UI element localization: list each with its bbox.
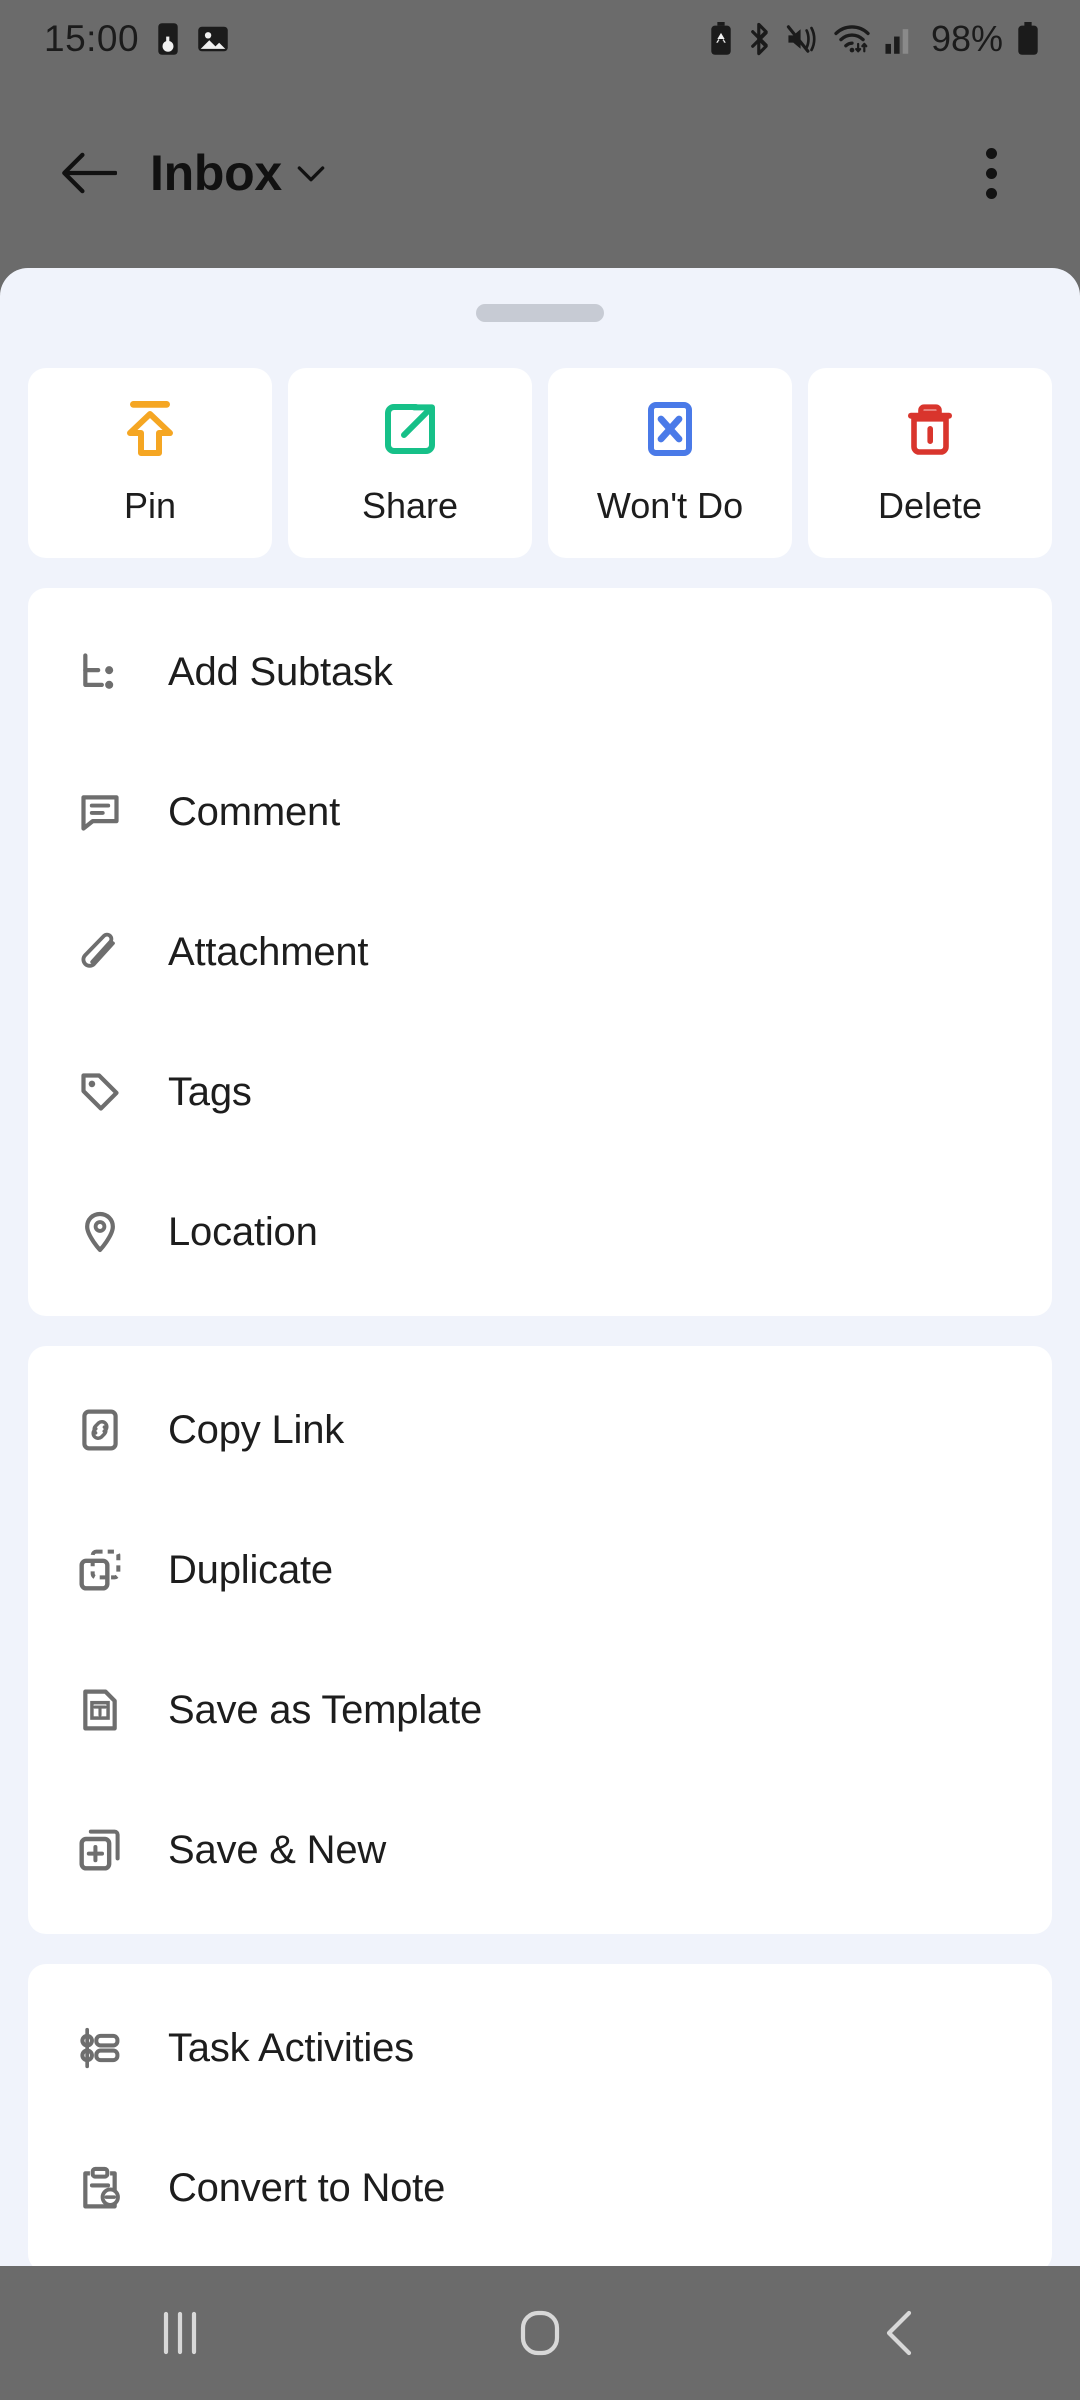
menu-item-label: Save as Template bbox=[168, 1688, 482, 1733]
back-button-nav[interactable] bbox=[825, 2266, 975, 2400]
save-new-icon bbox=[72, 1828, 128, 1872]
menu-item-label: Attachment bbox=[168, 930, 368, 975]
quick-action-pin[interactable]: Pin bbox=[28, 368, 272, 558]
phone-screen: 15:00 bbox=[0, 0, 1080, 2400]
menu-item-tags[interactable]: Tags bbox=[28, 1022, 1052, 1162]
quick-actions-row: Pin Share bbox=[0, 322, 1080, 558]
comment-icon bbox=[72, 790, 128, 834]
home-button[interactable] bbox=[465, 2266, 615, 2400]
list-title-dropdown[interactable]: Inbox bbox=[150, 144, 326, 202]
quick-action-wont-do[interactable]: Won't Do bbox=[548, 368, 792, 558]
image-icon bbox=[197, 24, 229, 54]
copy-link-icon bbox=[72, 1408, 128, 1452]
drag-handle[interactable] bbox=[476, 304, 604, 322]
menu-item-duplicate[interactable]: Duplicate bbox=[28, 1500, 1052, 1640]
battery-icon bbox=[1016, 22, 1040, 56]
menu-group-task-details: Add Subtask Comment Attachment bbox=[28, 588, 1052, 1316]
quick-action-label: Won't Do bbox=[597, 485, 743, 527]
menu-item-label: Save & New bbox=[168, 1828, 386, 1873]
android-nav-bar bbox=[0, 2266, 1080, 2400]
trash-icon bbox=[904, 399, 956, 459]
menu-item-label: Tags bbox=[168, 1070, 252, 1115]
overflow-menu-icon bbox=[986, 148, 997, 199]
signal-icon bbox=[884, 23, 914, 55]
clipboard-note-icon bbox=[72, 2166, 128, 2210]
status-bar-right: 98% bbox=[708, 18, 1040, 60]
menu-item-label: Duplicate bbox=[168, 1548, 333, 1593]
status-bar-left: 15:00 bbox=[44, 18, 229, 60]
template-icon bbox=[72, 1688, 128, 1732]
bluetooth-icon bbox=[747, 22, 773, 56]
menu-item-label: Location bbox=[168, 1210, 318, 1255]
quick-action-delete[interactable]: Delete bbox=[808, 368, 1052, 558]
duplicate-icon bbox=[72, 1548, 128, 1592]
menu-item-save-and-new[interactable]: Save & New bbox=[28, 1780, 1052, 1920]
page-title: Inbox bbox=[150, 144, 282, 202]
arrow-left-icon bbox=[61, 151, 117, 195]
menu-item-label: Add Subtask bbox=[168, 650, 393, 695]
menu-item-label: Convert to Note bbox=[168, 2166, 445, 2211]
menu-item-save-as-template[interactable]: Save as Template bbox=[28, 1640, 1052, 1780]
back-icon bbox=[881, 2309, 919, 2357]
menu-item-label: Comment bbox=[168, 790, 340, 835]
recents-button[interactable] bbox=[105, 2266, 255, 2400]
recents-icon bbox=[158, 2310, 202, 2356]
tag-icon bbox=[72, 1070, 128, 1114]
menu-item-comment[interactable]: Comment bbox=[28, 742, 1052, 882]
share-external-icon bbox=[382, 399, 438, 459]
menu-item-label: Task Activities bbox=[168, 2026, 414, 2071]
mute-icon bbox=[786, 24, 820, 54]
paperclip-icon bbox=[72, 930, 128, 974]
menu-item-label: Copy Link bbox=[168, 1408, 344, 1453]
battery-percent: 98% bbox=[931, 18, 1003, 60]
battery-saver-icon bbox=[708, 22, 734, 56]
status-bar: 15:00 bbox=[0, 0, 1080, 78]
music-note-icon bbox=[153, 22, 183, 56]
quick-action-label: Share bbox=[362, 485, 458, 527]
quick-action-label: Pin bbox=[124, 485, 176, 527]
wifi-icon bbox=[833, 23, 871, 55]
quick-action-label: Delete bbox=[878, 485, 982, 527]
menu-item-attachment[interactable]: Attachment bbox=[28, 882, 1052, 1022]
status-clock: 15:00 bbox=[44, 18, 139, 60]
cancel-box-icon bbox=[642, 399, 698, 459]
menu-item-copy-link[interactable]: Copy Link bbox=[28, 1360, 1052, 1500]
overflow-menu-button[interactable] bbox=[948, 130, 1034, 216]
menu-item-convert-to-note[interactable]: Convert to Note bbox=[28, 2118, 1052, 2258]
quick-action-share[interactable]: Share bbox=[288, 368, 532, 558]
activity-icon bbox=[72, 2026, 128, 2070]
home-icon bbox=[517, 2309, 563, 2357]
menu-group-task-actions: Copy Link Duplicate bbox=[28, 1346, 1052, 1934]
chevron-down-icon bbox=[296, 163, 326, 183]
subtask-icon bbox=[72, 650, 128, 694]
pin-arrow-up-icon bbox=[122, 399, 178, 459]
menu-item-task-activities[interactable]: Task Activities bbox=[28, 1978, 1052, 2118]
menu-item-location[interactable]: Location bbox=[28, 1162, 1052, 1302]
app-bar: Inbox bbox=[0, 78, 1080, 268]
task-options-bottom-sheet: Pin Share bbox=[0, 268, 1080, 2266]
menu-group-task-meta: Task Activities Convert to Note bbox=[28, 1964, 1052, 2266]
back-button[interactable] bbox=[46, 130, 132, 216]
map-pin-icon bbox=[72, 1210, 128, 1254]
menu-item-add-subtask[interactable]: Add Subtask bbox=[28, 602, 1052, 742]
